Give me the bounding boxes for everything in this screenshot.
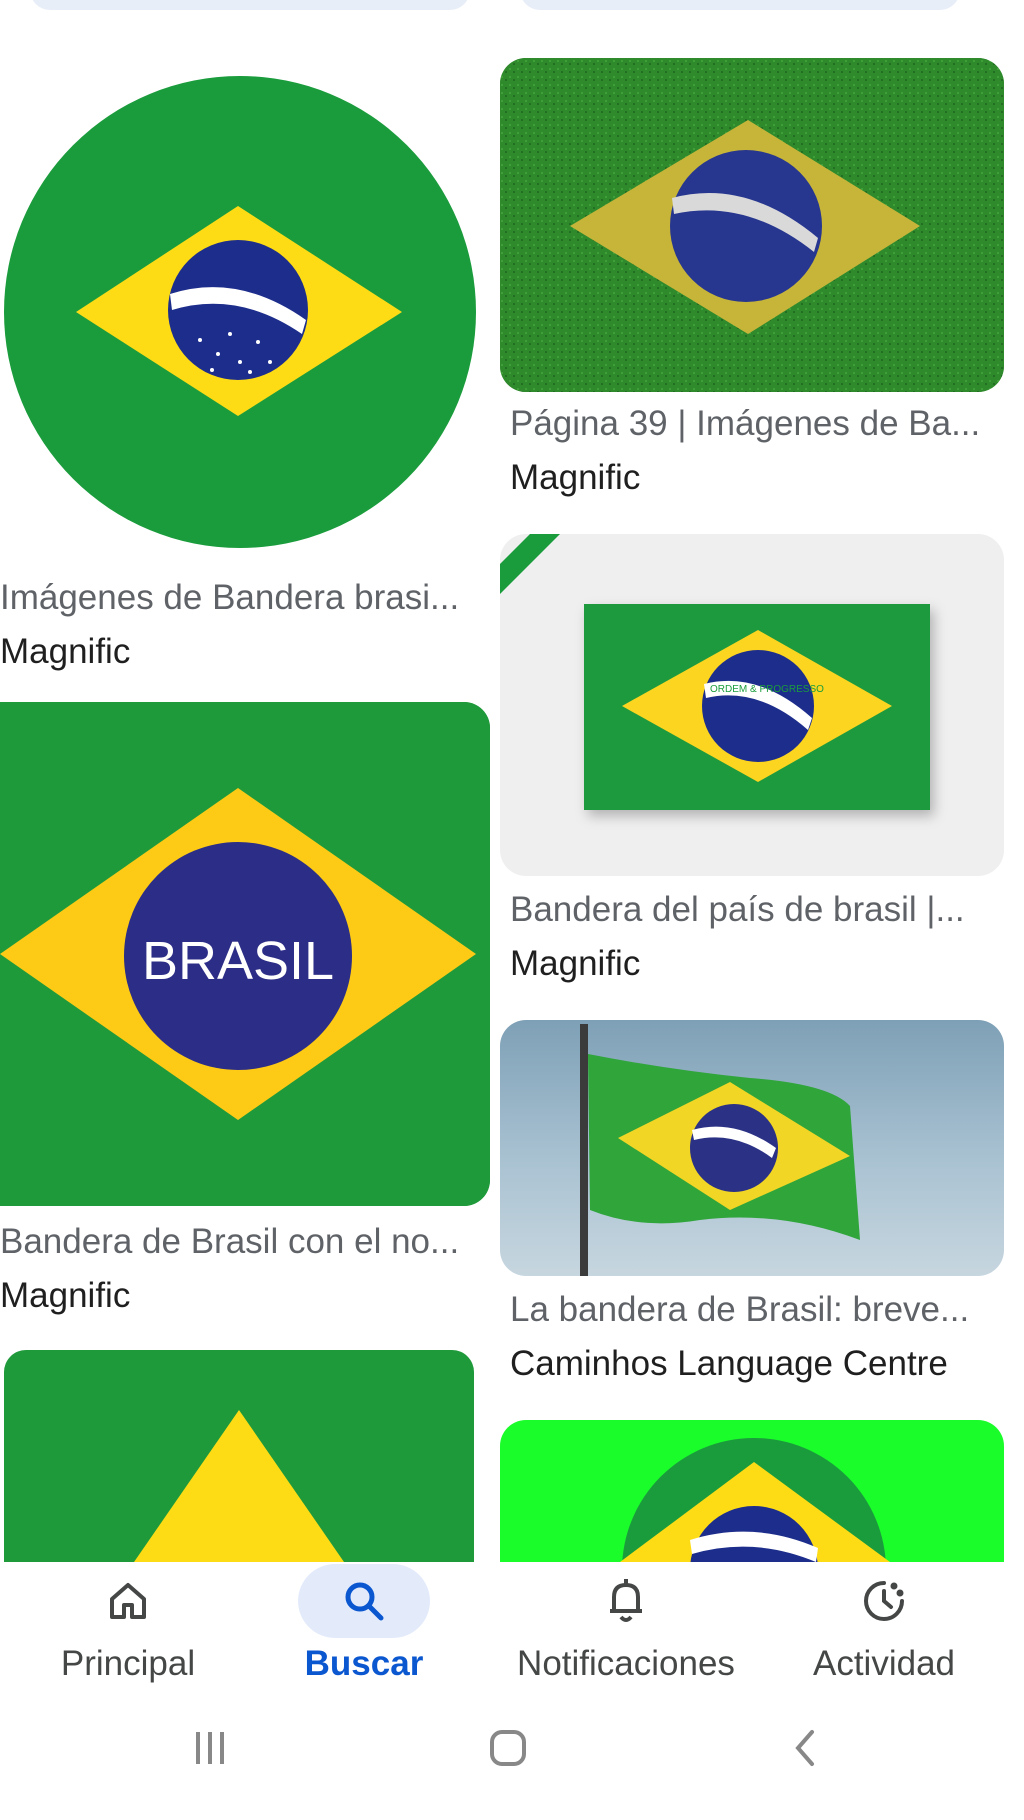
result-source-1[interactable]: Magnific [0, 632, 130, 672]
bottom-navigation: Principal Buscar Notificaciones Activida… [0, 1562, 1024, 1820]
result-title-2[interactable]: Página 39 | Imágenes de Ba... [510, 404, 1004, 444]
search-icon [298, 1564, 430, 1638]
result-image-3[interactable]: ORDEM & PROGRESSO [500, 534, 1004, 876]
partial-result-top-right[interactable] [520, 0, 960, 10]
nav-label-notificaciones: Notificaciones [517, 1644, 735, 1683]
result-source-4[interactable]: Magnific [0, 1276, 130, 1316]
nav-actividad[interactable]: Actividad [756, 1562, 1012, 1692]
result-source-5[interactable]: Caminhos Language Centre [510, 1344, 948, 1384]
flag-motto-3: ORDEM & PROGRESSO [710, 684, 824, 695]
home-circle-icon[interactable] [478, 1718, 538, 1778]
nav-label-actividad: Actividad [812, 1644, 956, 1683]
result-image-5[interactable] [500, 1020, 1004, 1276]
result-title-1[interactable]: Imágenes de Bandera brasi... [0, 578, 480, 618]
back-icon[interactable] [776, 1718, 836, 1778]
nav-label-principal: Principal [60, 1644, 196, 1683]
result-title-3[interactable]: Bandera del país de brasil |... [510, 890, 1004, 930]
result-image-4[interactable]: BRASIL [0, 702, 490, 1206]
result-image-1[interactable] [0, 72, 488, 552]
flag-brasil-text: BRASIL [141, 931, 335, 991]
nav-buscar[interactable]: Buscar [236, 1562, 492, 1692]
result-image-6[interactable] [4, 1350, 474, 1562]
bell-icon [560, 1564, 692, 1638]
result-image-7[interactable] [500, 1420, 1004, 1562]
recent-apps-icon[interactable] [180, 1718, 240, 1778]
nav-label-buscar: Buscar [304, 1644, 424, 1683]
nav-principal[interactable]: Principal [0, 1562, 256, 1692]
result-image-2[interactable] [500, 58, 1004, 392]
activity-icon [818, 1564, 950, 1638]
result-title-4[interactable]: Bandera de Brasil con el no... [0, 1222, 480, 1262]
home-icon [62, 1564, 194, 1638]
result-source-2[interactable]: Magnific [510, 458, 640, 498]
result-title-5[interactable]: La bandera de Brasil: breve... [510, 1290, 1004, 1330]
partial-result-top-left[interactable] [30, 0, 470, 10]
nav-notificaciones[interactable]: Notificaciones [496, 1562, 756, 1692]
result-source-3[interactable]: Magnific [510, 944, 640, 984]
